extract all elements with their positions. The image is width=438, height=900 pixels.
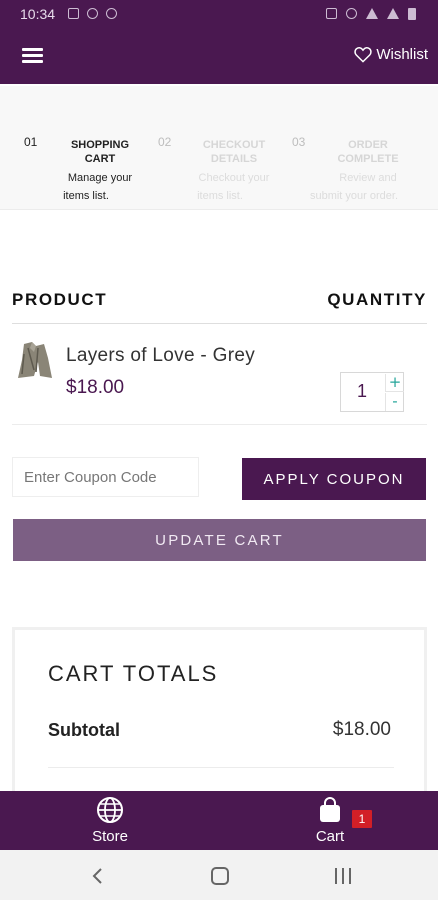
cart-totals-title: CART TOTALS	[48, 661, 219, 686]
bottom-tab-bar: Store Cart	[0, 791, 438, 850]
battery-icon	[408, 8, 416, 20]
app-header: Wishlist	[0, 30, 438, 84]
product-name[interactable]: Layers of Love - Grey	[66, 345, 255, 367]
update-cart-button[interactable]: UPDATE CART	[13, 519, 426, 561]
cart-count-badge: 1	[352, 810, 372, 828]
globe-icon	[97, 797, 123, 823]
totals-divider	[48, 767, 394, 768]
wishlist-label: Wishlist	[376, 46, 428, 63]
step-description: Review and submit your order.	[309, 172, 399, 202]
checkout-steps: 01 SHOPPING CART Manage your items list.…	[0, 86, 438, 210]
system-nav-bar	[0, 850, 438, 900]
back-icon[interactable]	[91, 867, 105, 885]
status-left-icons	[68, 8, 117, 19]
step-title: SHOPPING CART	[70, 139, 130, 165]
product-price: $18.00	[66, 377, 125, 398]
step-description: Checkout your items list.	[197, 172, 270, 202]
product-thumbnail[interactable]	[14, 340, 54, 382]
step-number: 02	[158, 135, 172, 149]
heart-icon	[354, 47, 373, 63]
alarm-icon	[346, 8, 357, 19]
cart-item-row: Layers of Love - Grey $18.00 1 + -	[12, 330, 427, 425]
apply-coupon-button[interactable]: APPLY COUPON	[242, 458, 426, 500]
coupon-code-input[interactable]	[12, 457, 199, 497]
step-title: CHECKOUT DETAILS	[202, 139, 266, 165]
column-quantity: QUANTITY	[327, 290, 427, 309]
home-icon[interactable]	[211, 867, 229, 885]
tab-store-label: Store	[92, 828, 128, 845]
step-number: 03	[292, 135, 306, 149]
quantity-decrease-button[interactable]: -	[385, 393, 404, 411]
step-number: 01	[24, 135, 38, 149]
step-description: Manage your items list.	[63, 172, 133, 202]
quantity-stepper: 1 + -	[340, 372, 404, 412]
recent-apps-icon[interactable]	[334, 868, 352, 884]
status-bar: 10:34	[0, 0, 438, 30]
gallery-icon	[68, 8, 79, 19]
signal-icon	[387, 8, 399, 19]
status-right-icons	[326, 8, 416, 20]
hamburger-menu-icon[interactable]	[22, 48, 44, 64]
subtotal-label: Subtotal	[48, 720, 120, 740]
quantity-value[interactable]: 1	[357, 381, 367, 402]
subtotal-value: $18.00	[332, 719, 391, 740]
tab-store[interactable]: Store	[60, 796, 160, 848]
wishlist-button[interactable]: Wishlist	[354, 46, 428, 63]
shopping-bag-icon	[320, 797, 340, 822]
column-product: PRODUCT	[12, 290, 108, 309]
location-icon	[87, 8, 98, 19]
mute-icon	[326, 8, 337, 19]
tab-cart-label: Cart	[315, 828, 345, 845]
quantity-increase-button[interactable]: +	[385, 374, 404, 392]
status-time: 10:34	[20, 6, 56, 22]
step-title: ORDER COMPLETE	[337, 139, 399, 165]
nfc-icon	[106, 8, 117, 19]
wifi-icon	[366, 8, 378, 19]
cart-table-header: PRODUCT QUANTITY	[12, 290, 427, 324]
